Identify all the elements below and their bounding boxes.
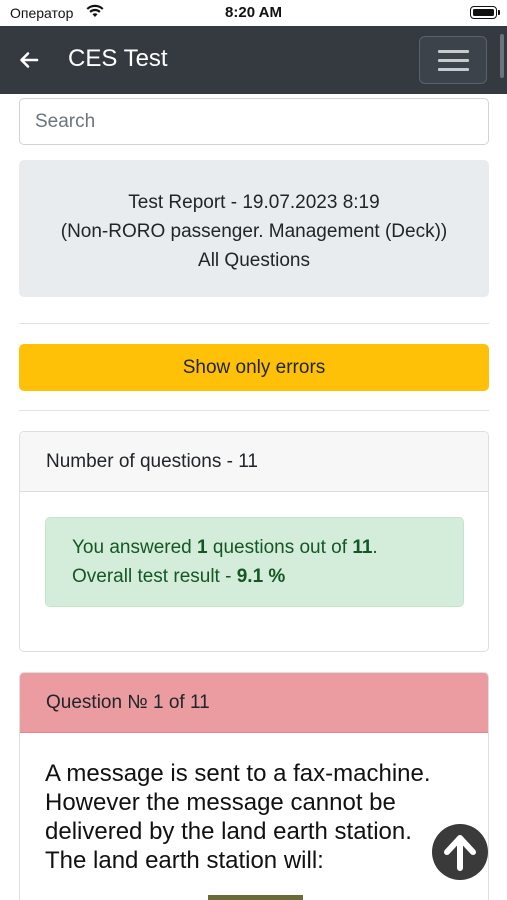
page-title: CES Test — [68, 45, 168, 72]
show-errors-button[interactable]: Show only errors — [19, 344, 489, 391]
arrow-left-icon[interactable] — [18, 49, 40, 71]
scrollbar[interactable] — [500, 34, 504, 78]
menu-button[interactable] — [419, 36, 487, 84]
report-category: (Non-RORO passenger. Management (Deck)) — [60, 221, 448, 242]
result-line: Overall test result - 9.1 % — [72, 566, 286, 587]
clock: 8:20 AM — [225, 4, 282, 21]
divider — [19, 323, 489, 324]
question-card-header: Question № 1 of 11 — [20, 673, 488, 733]
report-title: Test Report - 19.07.2023 8:19 — [128, 192, 380, 213]
result-alert: You answered 1 questions out of 11. Over… — [45, 517, 464, 607]
hamburger-icon — [438, 50, 469, 53]
arrow-up-circle-icon[interactable] — [432, 824, 488, 880]
question-card: Question № 1 of 11 A message is sent to … — [19, 672, 489, 900]
search-input[interactable] — [19, 98, 489, 145]
total-count: 11 — [352, 537, 373, 558]
report-scope: All Questions — [198, 250, 310, 271]
report-summary: Test Report - 19.07.2023 8:19 (Non-RORO … — [19, 160, 489, 297]
status-bar: Оператор 8:20 AM — [0, 0, 507, 26]
result-card: Number of questions - 11 You answered 1 … — [19, 431, 489, 652]
question-text: A message is sent to a fax-machine. Howe… — [45, 760, 431, 874]
result-value: 9.1 % — [236, 566, 286, 587]
answered-count: 1 — [197, 537, 208, 558]
question-image — [208, 895, 303, 900]
battery-icon — [470, 6, 500, 19]
navbar: CES Test — [0, 26, 507, 94]
divider — [19, 410, 489, 411]
result-card-header: Number of questions - 11 — [20, 432, 488, 492]
answered-line: You answered 1 questions out of 11. — [72, 537, 378, 558]
